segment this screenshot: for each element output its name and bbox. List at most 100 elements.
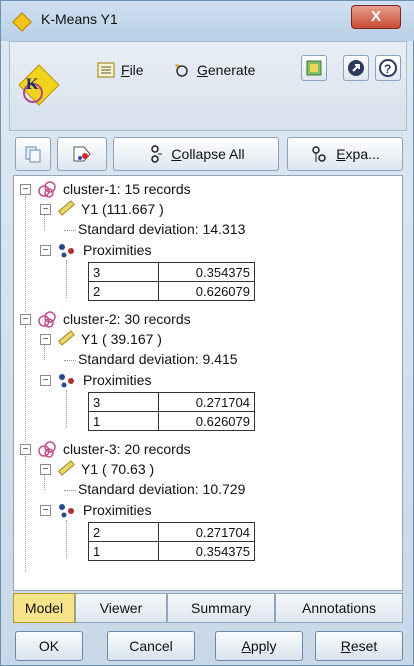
collapse-toggle-icon[interactable]: − (40, 374, 51, 386)
ruler-icon (58, 200, 75, 216)
stddev-label: Standard deviation: 14.313 (78, 221, 246, 237)
proximities-table: 2 0.271704 1 0.354375 (88, 522, 255, 561)
cluster-node[interactable]: − cluster-3: 20 records (20, 440, 191, 458)
tree-connector (66, 260, 67, 298)
field-node[interactable]: − Y1 (111.667 ) (40, 200, 164, 218)
tree-connector (64, 490, 76, 491)
ruler-icon (58, 460, 75, 476)
help-button[interactable]: ? (375, 55, 401, 81)
tree-connector (66, 520, 67, 558)
proximities-label: Proximities (83, 242, 152, 258)
table-row: 3 0.354375 (88, 262, 255, 282)
export-button[interactable] (301, 55, 327, 81)
cluster-tree: − cluster-1: 15 records − Y1 (111.667 ) … (13, 175, 403, 591)
apply-accel: A (241, 638, 251, 654)
tree-connector (64, 230, 76, 231)
proximities-node[interactable]: − Proximities (40, 242, 151, 258)
cluster-id-cell: 3 (88, 392, 159, 412)
expand-panel-button[interactable] (343, 55, 369, 81)
file-accel: F (121, 62, 130, 78)
tag-button[interactable] (57, 137, 107, 171)
cluster-label: cluster-1: 15 records (63, 181, 191, 197)
reset-label-rest: eset (350, 638, 378, 654)
tab-summary[interactable]: Summary (167, 593, 275, 623)
proximities-node[interactable]: − Proximities (40, 502, 151, 518)
proximities-table: 3 0.354375 2 0.626079 (88, 262, 255, 301)
export-icon (306, 60, 322, 76)
proximity-value-cell: 0.354375 (158, 541, 255, 561)
table-row: 2 0.271704 (88, 522, 255, 542)
copy-button[interactable] (15, 137, 51, 171)
tree-connector (25, 456, 26, 572)
reset-accel: R (340, 638, 351, 654)
table-row: 3 0.271704 (88, 392, 255, 412)
kmeans-diamond-icon (12, 12, 32, 32)
reset-button[interactable]: Reset (315, 631, 403, 661)
tree-connector (25, 196, 26, 312)
proximities-label: Proximities (83, 372, 152, 388)
generate-icon (175, 64, 188, 77)
tab-viewer[interactable]: Viewer (75, 593, 167, 623)
table-row: 1 0.354375 (88, 541, 255, 561)
kmeans-window: K-Means Y1 X K File Generate ? Collapse … (0, 0, 414, 666)
collapse-accel: C (171, 146, 182, 162)
stddev-node: Standard deviation: 14.313 (78, 221, 245, 237)
proximity-value-cell: 0.271704 (158, 522, 255, 542)
expand-label-rest: xpa... (345, 146, 380, 162)
collapse-toggle-icon[interactable]: − (20, 443, 31, 455)
svg-text:?: ? (384, 62, 391, 76)
cluster-node[interactable]: − cluster-1: 15 records (20, 180, 191, 198)
apply-label-rest: pply (250, 638, 277, 654)
tab-model[interactable]: Model (13, 593, 75, 623)
view-tabs: Model Viewer Summary Annotations (13, 593, 403, 623)
collapse-label-rest: ollapse All (181, 146, 245, 162)
proximity-value-cell: 0.626079 (158, 281, 255, 301)
tree-connector (66, 390, 67, 428)
tree-connector (25, 326, 26, 442)
window-title: K-Means Y1 (41, 11, 118, 27)
cluster-node[interactable]: − cluster-2: 30 records (20, 310, 191, 328)
generate-menu[interactable]: Generate (173, 55, 255, 85)
stddev-label: Standard deviation: 10.729 (78, 481, 246, 497)
collapse-all-button[interactable]: Collapse All (113, 137, 279, 171)
field-node[interactable]: − Y1 ( 39.167 ) (40, 330, 162, 348)
stddev-label: Standard deviation: 9.415 (78, 351, 238, 367)
collapse-toggle-icon[interactable]: − (20, 183, 31, 195)
tree-connector (64, 360, 76, 361)
apply-button[interactable]: Apply (215, 631, 303, 661)
field-label: Y1 ( 70.63 ) (81, 461, 155, 477)
cancel-button[interactable]: Cancel (107, 631, 195, 661)
stddev-node: Standard deviation: 9.415 (78, 351, 238, 367)
cluster-id-cell: 2 (88, 281, 159, 301)
proximity-icon (59, 504, 74, 518)
expand-all-button[interactable]: Expa... (287, 137, 403, 171)
tab-annotations[interactable]: Annotations (275, 593, 403, 623)
ok-button[interactable]: OK (15, 631, 83, 661)
cluster-icon (38, 441, 56, 458)
proximities-table: 3 0.271704 1 0.626079 (88, 392, 255, 431)
expand-all-label: Expa... (336, 146, 380, 162)
collapse-toggle-icon[interactable]: − (40, 504, 51, 516)
cluster-id-cell: 2 (88, 522, 159, 542)
proximity-value-cell: 0.354375 (158, 262, 255, 282)
field-node[interactable]: − Y1 ( 70.63 ) (40, 460, 154, 478)
collapse-toggle-icon[interactable]: − (40, 203, 51, 215)
collapse-icon (151, 145, 163, 163)
table-row: 1 0.626079 (88, 411, 255, 431)
collapse-all-label: Collapse All (171, 146, 244, 162)
collapse-toggle-icon[interactable]: − (20, 313, 31, 325)
proximities-node[interactable]: − Proximities (40, 372, 151, 388)
stddev-node: Standard deviation: 10.729 (78, 481, 245, 497)
collapse-toggle-icon[interactable]: − (40, 463, 51, 475)
proximity-value-cell: 0.626079 (158, 411, 255, 431)
collapse-toggle-icon[interactable]: − (40, 244, 51, 256)
close-button[interactable]: X (351, 5, 401, 29)
file-menu-label: File (121, 62, 144, 78)
file-menu-icon (97, 62, 115, 78)
collapse-toggle-icon[interactable]: − (40, 333, 51, 345)
cluster-id-cell: 1 (88, 541, 159, 561)
file-label-rest: ile (129, 62, 144, 78)
file-menu[interactable]: File (97, 55, 144, 85)
generate-accel: G (197, 62, 208, 78)
svg-text:K: K (26, 76, 39, 93)
